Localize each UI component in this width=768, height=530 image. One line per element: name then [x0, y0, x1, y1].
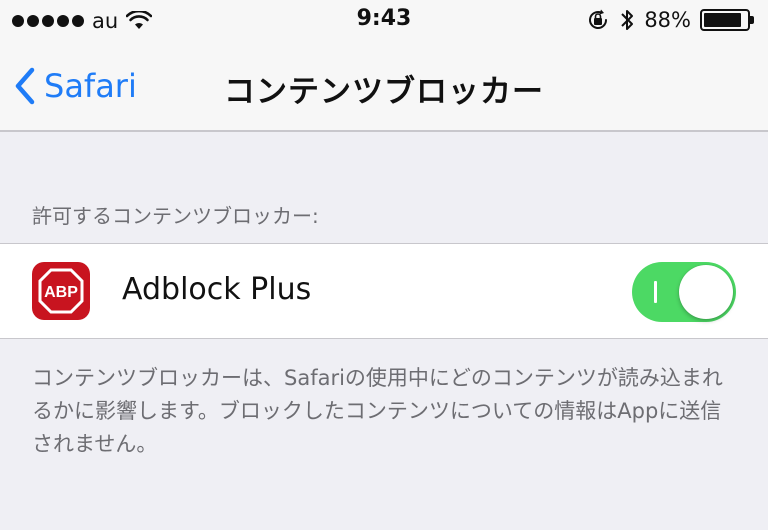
status-right-group: 88% — [586, 6, 756, 34]
bluetooth-icon — [621, 10, 634, 30]
adblock-plus-toggle[interactable] — [632, 262, 736, 322]
page-title: コンテンツブロッカー — [224, 74, 544, 110]
battery-percent: 88% — [644, 8, 691, 32]
adblock-plus-label: Adblock Plus — [122, 272, 312, 307]
navigation-bar: Safari コンテンツブロッカー — [0, 42, 768, 132]
status-bar: au 9:43 88% — [0, 0, 768, 42]
orientation-lock-icon — [589, 9, 608, 29]
battery-icon — [700, 9, 754, 31]
adblock-plus-icon-text: ABP — [44, 284, 78, 301]
adblock-plus-icon: ABP — [32, 262, 90, 320]
section-header: 許可するコンテンツブロッカー: — [32, 204, 319, 228]
footer-description: コンテンツブロッカーは、Safariの使用中にどのコンテンツが読み込まれるかに影… — [32, 366, 723, 456]
list-item: ABP Adblock Plus — [0, 243, 768, 339]
